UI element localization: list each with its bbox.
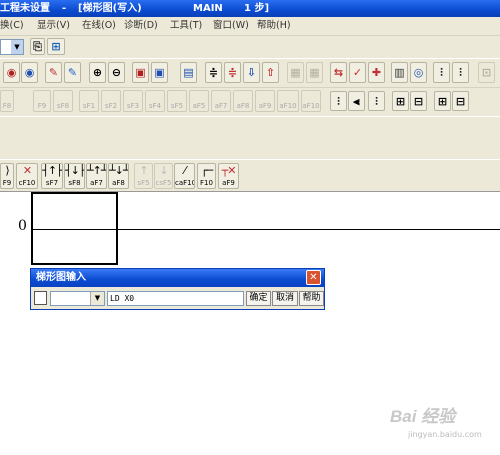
replace-instruction-icon[interactable]: ✎ [64, 62, 81, 83]
ladder-cursor[interactable] [31, 192, 118, 265]
toolbar-empty-area [0, 117, 500, 159]
read-plc-icon[interactable]: ⇩ [243, 62, 260, 83]
program-list-icon[interactable]: ▤ [180, 62, 197, 83]
sfc-key-button[interactable]: F9 [33, 90, 51, 112]
document-icon[interactable] [34, 291, 47, 305]
zoom-out-icon[interactable]: ⊖ [108, 62, 125, 83]
ladder-symbol-toolbar: ⟩ F9 ✕ cF10 ┤↑├ sF7 ┤↓├ sF8 ┴↑┴ aF7 ┴↓┴ aF8 ↑ s… [0, 160, 500, 192]
monitor-icon[interactable]: ▣ [132, 62, 149, 83]
instruction-input[interactable]: LD X0 [107, 291, 244, 306]
sfc-key-button[interactable]: aF7 [211, 90, 231, 112]
sfc-key-button[interactable]: aF5 [189, 90, 209, 112]
chevron-down-icon[interactable]: ▼ [11, 40, 23, 54]
sfc-key-button[interactable]: sF2 [101, 90, 121, 112]
title-dash: - [62, 3, 67, 14]
cancel-button[interactable]: 取消 [272, 291, 298, 306]
title-view: [梯形图(写入) [78, 3, 142, 14]
device-monitor-icon[interactable]: ◎ [410, 62, 427, 83]
toolbar-row-3: F8 F9 sF8 sF1 sF2 sF3 sF4 sF5 aF5 aF7 aF… [0, 88, 500, 116]
sfc-key-button[interactable]: sF3 [123, 90, 143, 112]
toolbar-row-1: ▼ ⎘ ⊞ [0, 36, 500, 58]
symbol-type-select[interactable]: ▼ [50, 291, 105, 306]
title-project: 工程未设置 [0, 3, 50, 14]
menu-convert[interactable]: 换(C) [0, 19, 24, 33]
sfc-tool-icon[interactable]: ⊞ [392, 91, 409, 111]
sfc-key-button[interactable]: sF5 [167, 90, 187, 112]
title-program: MAIN [193, 3, 223, 14]
parallel-falling-edge-button[interactable]: ┴↓┴ aF8 [108, 163, 129, 189]
menu-tools[interactable]: 工具(T) [170, 19, 202, 33]
sfc-tool-icon[interactable]: ⫶ [368, 91, 385, 111]
help-button[interactable]: 帮助 [299, 291, 324, 306]
watermark-url: jingyan.baidu.com [408, 430, 482, 439]
sfc-tool-icon[interactable]: ⊟ [410, 91, 427, 111]
sfc-tool-icon[interactable]: ⫷ [348, 91, 365, 111]
watermark-logo: Bai 经验 [390, 407, 456, 426]
ladder-write-icon[interactable]: ≑ [224, 62, 241, 83]
sfc-tool-icon[interactable]: ⊞ [434, 91, 451, 111]
invert-button[interactable]: ⁄ caF10 [174, 163, 195, 189]
monitor-write-icon[interactable]: ▣ [151, 62, 168, 83]
layout-icon[interactable]: ⊡ [478, 62, 495, 83]
ok-button[interactable]: 确定 [246, 291, 271, 306]
statement-icon[interactable]: ▦ [306, 62, 323, 83]
sfc-key-button[interactable]: aF10 [277, 90, 299, 112]
close-icon[interactable]: ✕ [306, 270, 321, 285]
instruction-search-icon[interactable]: ◉ [21, 62, 38, 83]
title-steps: 1 步] [244, 3, 270, 14]
menu-help[interactable]: 帮助(H) [257, 19, 291, 33]
sfc-key-button[interactable]: sF8 [53, 90, 73, 112]
sfc-tool-icon[interactable]: ⫶ [330, 91, 347, 111]
device-search-icon[interactable]: ◉ [3, 62, 20, 83]
replace-device-icon[interactable]: ✎ [45, 62, 62, 83]
title-bar: 工程未设置 - [梯形图(写入) MAIN 1 步] [0, 0, 500, 17]
falling-pulse-button[interactable]: ↓ csF5 [154, 163, 173, 189]
delete-line-button[interactable]: ✕ cF10 [16, 163, 38, 189]
sfc-key-button[interactable]: aF8 [233, 90, 253, 112]
project-combo[interactable]: ▼ [0, 39, 24, 55]
chevron-down-icon[interactable]: ▼ [90, 292, 104, 305]
tree-view-icon[interactable]: ⊞ [47, 38, 65, 55]
rising-edge-contact-button[interactable]: ┤↑├ sF7 [41, 163, 63, 189]
sfc-key-button[interactable]: aF9 [255, 90, 275, 112]
comment-icon[interactable]: ▦ [287, 62, 304, 83]
sfc-tool-icon[interactable]: ⊟ [452, 91, 469, 111]
transfer-icon[interactable]: ⇆ [330, 62, 347, 83]
menu-online[interactable]: 在线(O) [82, 19, 116, 33]
dialog-title-bar[interactable]: 梯形图输入 ✕ [31, 269, 324, 287]
device-memory-icon[interactable]: ▥ [391, 62, 408, 83]
parallel-rising-edge-button[interactable]: ┴↑┴ aF7 [86, 163, 107, 189]
horizontal-line-button[interactable]: ┌─ F10 [197, 163, 216, 189]
sfc-key-button[interactable]: sF1 [79, 90, 99, 112]
sfc-key-button[interactable]: sF4 [145, 90, 165, 112]
toolbar-row-2: ◉ ◉ ✎ ✎ ⊕ ⊖ ▣ ▣ ▤ ≑ ≑ ⇩ ⇧ ▦ ▦ ⇆ ✓ ✚ ▥ ◎ … [0, 59, 500, 88]
ladder-icon[interactable]: ≑ [205, 62, 222, 83]
menu-view[interactable]: 显示(V) [37, 19, 70, 33]
dialog-title: 梯形图输入 [36, 272, 86, 283]
new-window-icon[interactable]: ⎘ [30, 38, 45, 55]
verify-icon[interactable]: ✓ [349, 62, 366, 83]
sfc-step-icon[interactable]: ⫶ [452, 62, 469, 83]
step-number: 0 [18, 218, 27, 234]
menu-bar: 换(C) 显示(V) 在线(O) 诊断(D) 工具(T) 窗口(W) 帮助(H) [0, 17, 500, 36]
watermark: Bai 经验 jingyan.baidu.com [390, 400, 498, 450]
zoom-in-icon[interactable]: ⊕ [89, 62, 106, 83]
coil-button[interactable]: ⟩ F9 [0, 163, 14, 189]
sfc-icon[interactable]: ⫶ [433, 62, 450, 83]
menu-window[interactable]: 窗口(W) [213, 19, 249, 33]
menu-diagnostics[interactable]: 诊断(D) [124, 19, 158, 33]
diagnose-icon[interactable]: ✚ [368, 62, 385, 83]
write-plc-icon[interactable]: ⇧ [262, 62, 279, 83]
sfc-key-button[interactable]: F8 [0, 90, 14, 112]
falling-edge-contact-button[interactable]: ┤↓├ sF8 [64, 163, 85, 189]
rising-pulse-button[interactable]: ↑ sF5 [134, 163, 153, 189]
ladder-input-dialog: 梯形图输入 ✕ ▼ LD X0 确定 取消 帮助 [30, 268, 325, 310]
delete-horizontal-line-button[interactable]: ┬✕ aF9 [218, 163, 239, 189]
sfc-key-button[interactable]: aF10 [301, 90, 321, 112]
